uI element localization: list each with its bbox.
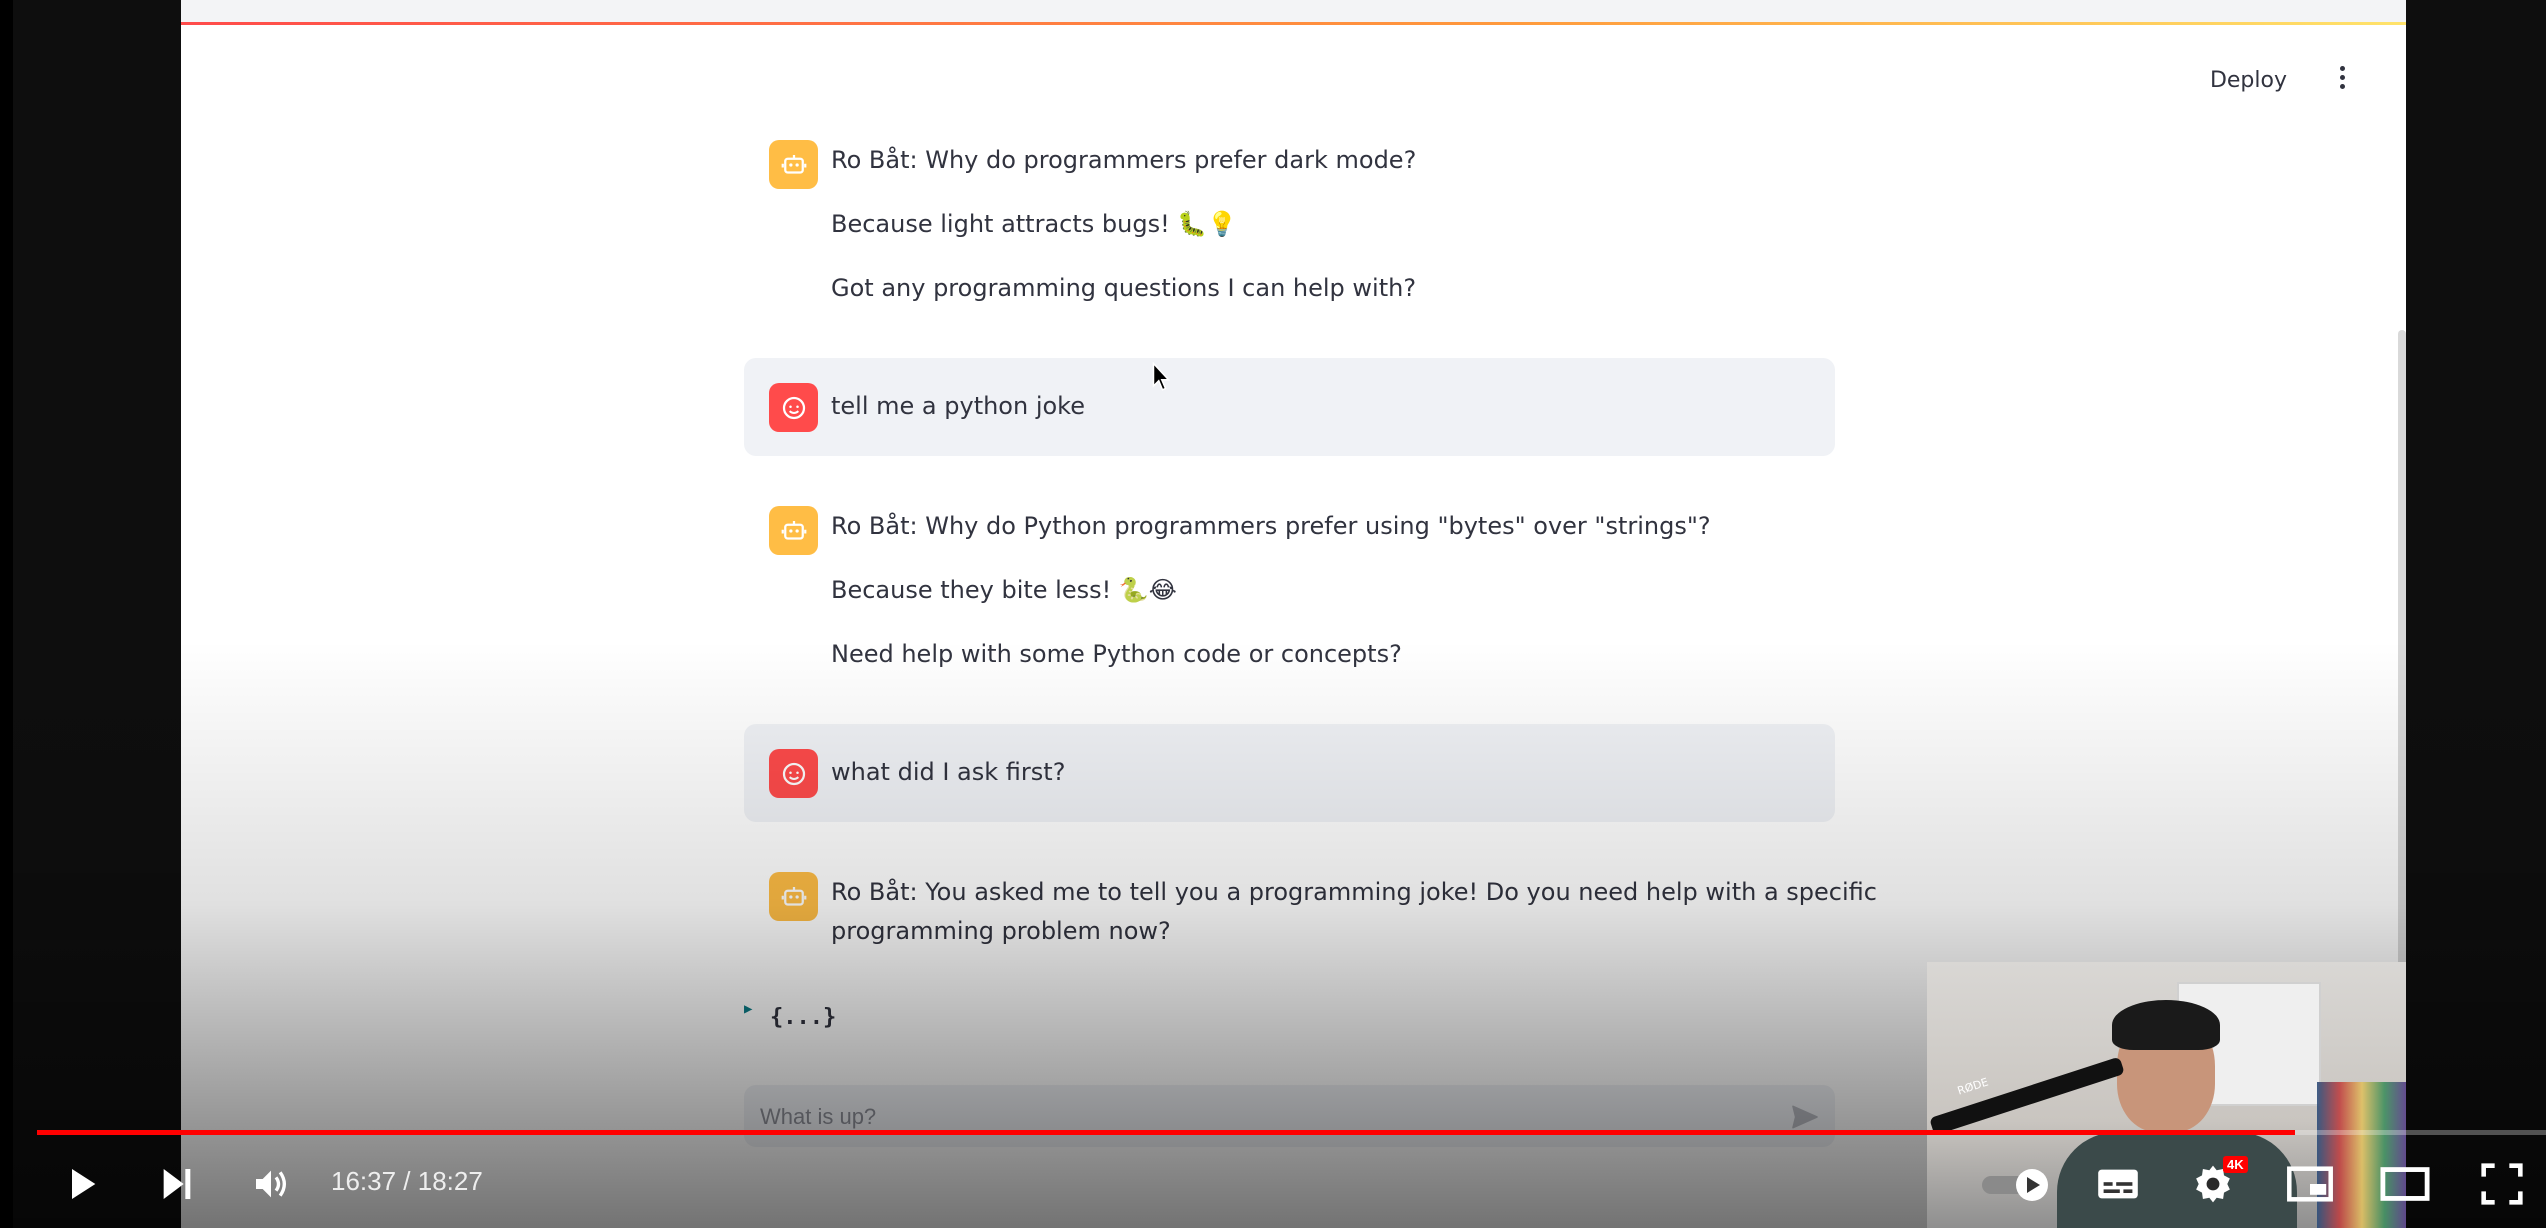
progress-bar[interactable] [37,1130,2546,1135]
mic-brand-label: RØDE [1955,1075,1990,1098]
app-header-decoration [181,22,2406,25]
user-message: tell me a python joke [744,358,1835,456]
browser-bookmarks-strip [181,0,2406,22]
user-avatar-icon [769,383,818,432]
bot-avatar-icon [769,140,818,189]
user-avatar-icon [769,749,818,798]
message-line: Because they bite less! 🐍😂 [831,576,1177,604]
message-line: what did I ask first? [831,758,1066,786]
assistant-message: Ro Båt: Why do Python programmers prefer… [744,496,1835,676]
quality-badge: 4K [2223,1156,2248,1173]
time-display: 16:37 / 18:27 [331,1166,483,1196]
message-line: Ro Båt: You asked me to tell you a progr… [831,878,1877,906]
progress-played [37,1130,2295,1135]
message-line: Got any programming questions I can help… [831,274,1417,302]
send-icon[interactable] [1789,1101,1821,1133]
mouse-pointer-icon [1152,361,1171,391]
message-line: tell me a python joke [831,392,1085,420]
chat-input-container [744,1085,1835,1147]
message-line: Ro Båt: Why do programmers prefer dark m… [831,146,1417,174]
bot-avatar-icon [769,872,818,921]
user-message: what did I ask first? [744,724,1835,822]
captions-icon[interactable] [2096,1166,2140,1202]
json-collapsed-label: {...} [770,1005,837,1030]
message-line: Need help with some Python code or conce… [831,640,1402,668]
theater-mode-icon[interactable] [2380,1166,2430,1202]
message-line: Ro Båt: Why do Python programmers prefer… [831,512,1711,540]
autoplay-toggle[interactable] [1980,1164,2050,1204]
fullscreen-icon[interactable] [2480,1162,2524,1206]
next-icon[interactable] [157,1164,197,1204]
miniplayer-icon[interactable] [2286,1166,2334,1202]
assistant-message: Ro Båt: You asked me to tell you a progr… [744,862,1877,962]
bot-avatar-icon [769,506,818,555]
volume-icon[interactable] [250,1164,292,1204]
message-line: programming problem now? [831,917,1171,945]
play-icon[interactable] [62,1164,102,1204]
message-line: Because light attracts bugs! 🐛💡 [831,210,1238,238]
caret-right-icon: ▶ [744,1001,753,1017]
deploy-button[interactable]: Deploy [2204,64,2293,97]
main-menu-icon[interactable] [2330,62,2354,94]
assistant-message: Ro Båt: Why do programmers prefer dark m… [744,130,1835,310]
